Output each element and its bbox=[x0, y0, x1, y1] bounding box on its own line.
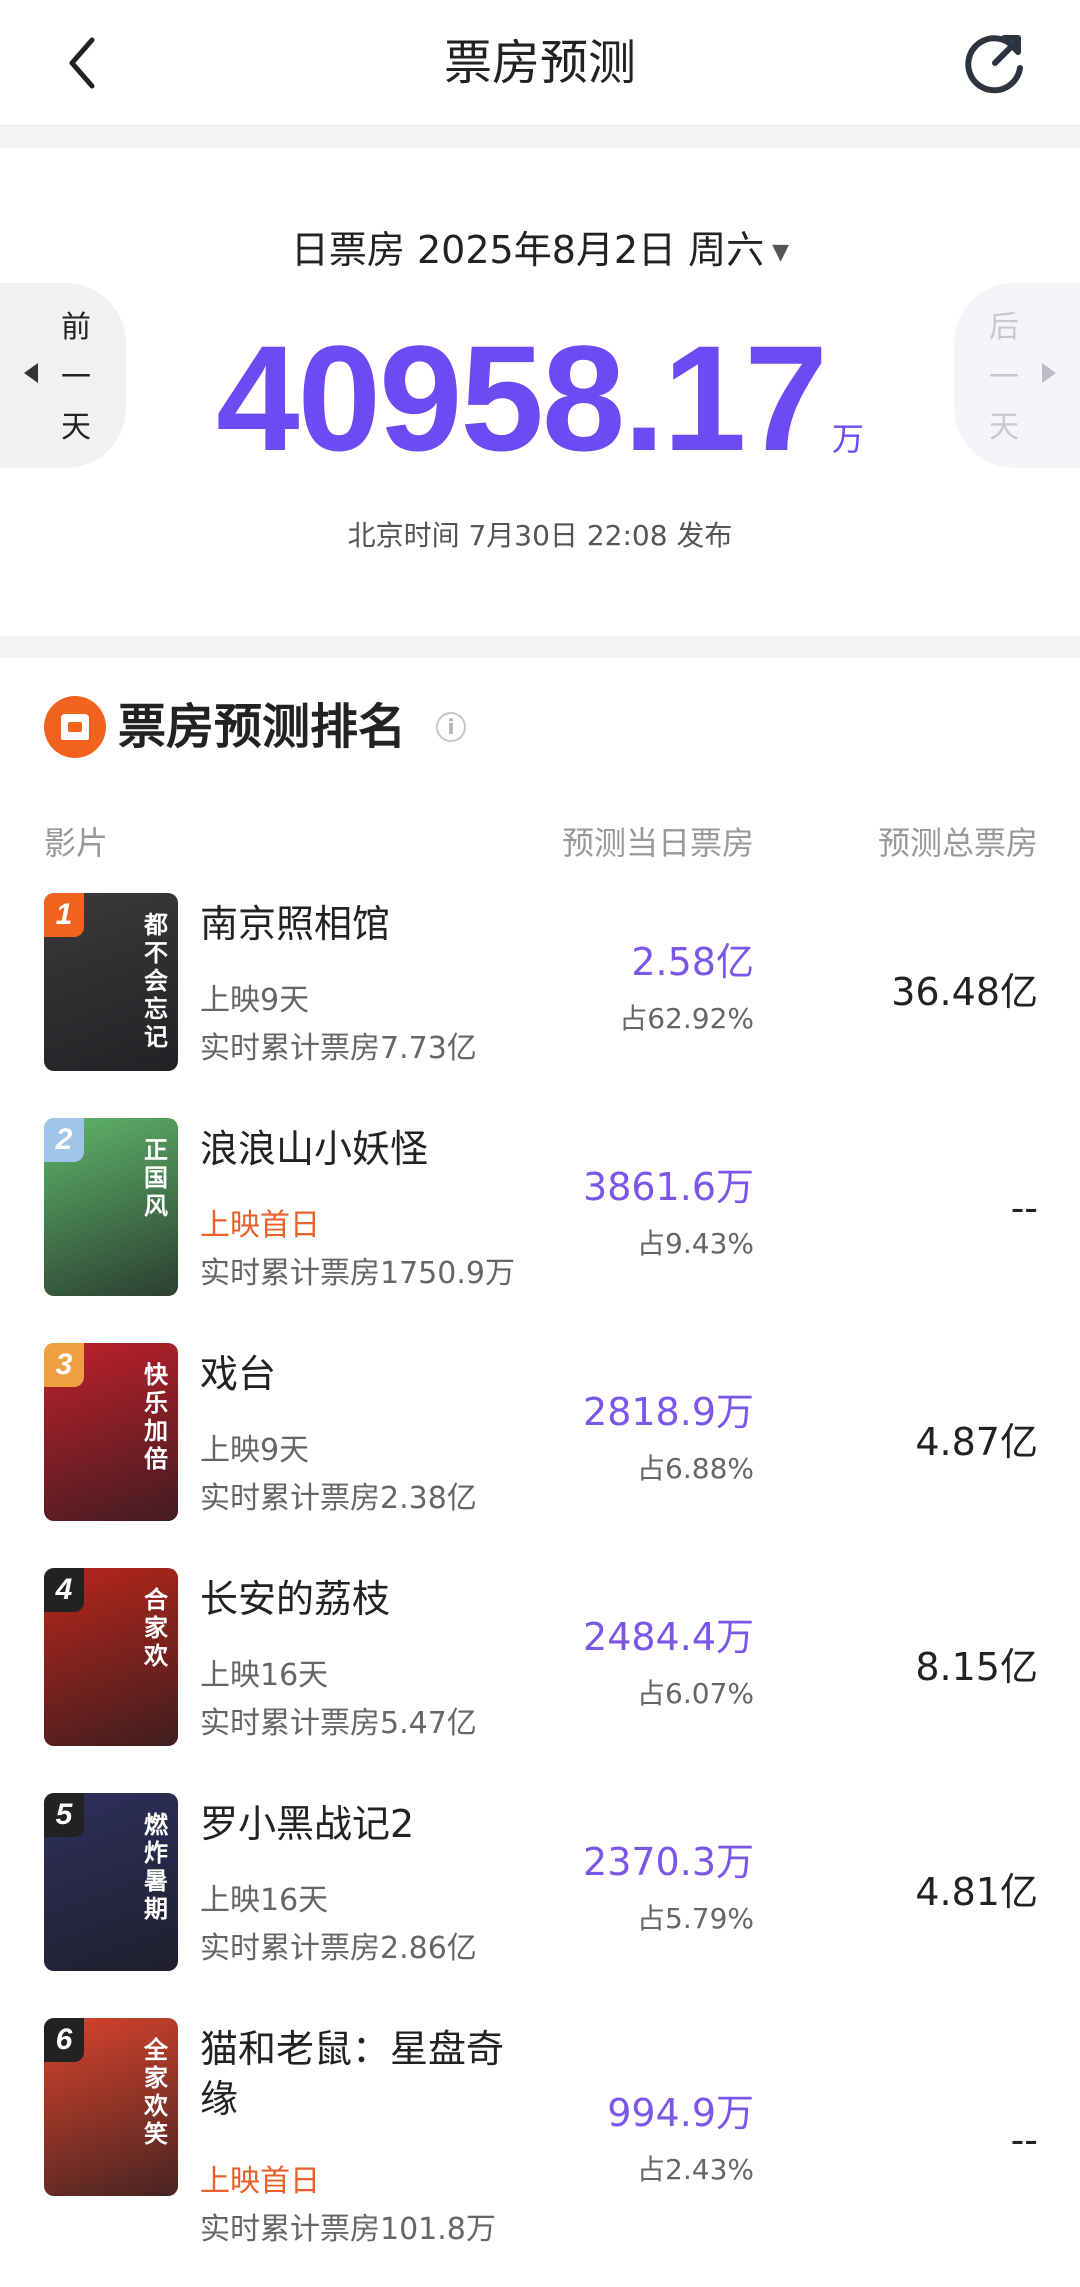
cumulative-box-office: 实时累计票房7.73亿 bbox=[200, 1031, 477, 1066]
total-forecast-value: 8.15亿 bbox=[915, 1645, 1038, 1689]
film-row[interactable]: 4 合家欢 长安的荔枝上映16天实时累计票房5.47亿 2484.4万占6.07% 8.… bbox=[0, 1568, 1080, 1793]
rank-badge: 6 bbox=[44, 2018, 84, 2062]
total-forecast: 40958.17 万 bbox=[0, 323, 1080, 473]
total-forecast-value: -- bbox=[1010, 1186, 1038, 1230]
day-forecast-value: 2370.3万 bbox=[583, 1840, 754, 1884]
column-header-total-forecast: 预测总票房 bbox=[877, 824, 1038, 862]
film-poster: 5 燃炸暑期 bbox=[44, 1793, 178, 1971]
poster-text: 正国风 bbox=[144, 1136, 168, 1220]
film-name[interactable]: 长安的荔枝 bbox=[200, 1574, 520, 1624]
refresh-icon[interactable] bbox=[960, 28, 1030, 98]
day-forecast-share: 占62.92% bbox=[619, 1002, 754, 1035]
day-forecast-value: 3861.6万 bbox=[583, 1165, 754, 1209]
total-forecast-value: 4.81亿 bbox=[915, 1870, 1038, 1914]
release-days: 上映16天 bbox=[200, 1658, 329, 1693]
film-row[interactable]: 3 快乐加倍 戏台上映9天实时累计票房2.38亿 2818.9万占6.88% 4.87亿 bbox=[0, 1343, 1080, 1568]
column-header-film: 影片 bbox=[44, 824, 109, 862]
info-icon[interactable]: i bbox=[436, 712, 466, 742]
film-poster: 2 正国风 bbox=[44, 1118, 178, 1296]
cumulative-box-office: 实时累计票房1750.9万 bbox=[200, 1256, 515, 1291]
day-forecast-value: 2484.4万 bbox=[583, 1615, 754, 1659]
film-name[interactable]: 猫和老鼠：星盘奇缘 bbox=[200, 2024, 520, 2124]
release-days: 上映首日 bbox=[200, 2164, 320, 2199]
film-poster: 4 合家欢 bbox=[44, 1568, 178, 1746]
cumulative-box-office: 实时累计票房5.47亿 bbox=[200, 1706, 477, 1741]
release-days: 上映9天 bbox=[200, 1433, 310, 1468]
poster-text: 全家欢笑 bbox=[144, 2036, 168, 2148]
rank-badge: 5 bbox=[44, 1793, 84, 1837]
page-title: 票房预测 bbox=[443, 35, 636, 91]
total-forecast-value: 36.48亿 bbox=[891, 970, 1038, 1014]
film-poster: 3 快乐加倍 bbox=[44, 1343, 178, 1521]
day-forecast-value: 994.9万 bbox=[607, 2091, 754, 2135]
column-header-day-forecast: 预测当日票房 bbox=[561, 824, 754, 862]
day-forecast-share: 占6.88% bbox=[637, 1452, 754, 1485]
publish-note: 北京时间 7月30日 22:08 发布 bbox=[347, 519, 733, 552]
cumulative-box-office: 实时累计票房2.38亿 bbox=[200, 1481, 477, 1516]
total-forecast-value: 4.87亿 bbox=[915, 1420, 1038, 1464]
film-row[interactable]: 2 正国风 浪浪山小妖怪上映首日实时累计票房1750.9万 3861.6万占9.43%… bbox=[0, 1118, 1080, 1343]
film-name[interactable]: 浪浪山小妖怪 bbox=[200, 1124, 520, 1174]
rank-badge: 1 bbox=[44, 893, 84, 937]
poster-text: 快乐加倍 bbox=[144, 1361, 168, 1473]
day-forecast-share: 占6.07% bbox=[637, 1677, 754, 1710]
cumulative-box-office: 实时累计票房101.8万 bbox=[200, 2212, 496, 2247]
film-poster: 6 全家欢笑 bbox=[44, 2018, 178, 2196]
film-name[interactable]: 南京照相馆 bbox=[200, 899, 520, 949]
release-days: 上映9天 bbox=[200, 983, 310, 1018]
day-forecast-share: 占5.79% bbox=[637, 1902, 754, 1935]
day-forecast-share: 占2.43% bbox=[637, 2153, 754, 2186]
film-name[interactable]: 戏台 bbox=[200, 1349, 520, 1399]
total-forecast-value: 40958.17 bbox=[216, 314, 828, 482]
film-name[interactable]: 罗小黑战记2 bbox=[200, 1799, 520, 1849]
release-days: 上映16天 bbox=[200, 1883, 329, 1918]
cumulative-box-office: 实时累计票房2.86亿 bbox=[200, 1931, 477, 1966]
top-bar: 票房预测 bbox=[0, 0, 1080, 126]
dropdown-caret-icon: ▼ bbox=[772, 239, 790, 265]
film-row[interactable]: 6 全家欢笑 猫和老鼠：星盘奇缘上映首日实时累计票房101.8万 994.9万占2.4… bbox=[0, 2018, 1080, 2247]
day-forecast-share: 占9.43% bbox=[637, 1227, 754, 1260]
day-forecast-value: 2818.9万 bbox=[583, 1390, 754, 1434]
ranking-title: 票房预测排名 bbox=[118, 699, 407, 755]
poster-text: 都不会忘记 bbox=[144, 911, 168, 1051]
total-forecast-value: -- bbox=[1010, 2118, 1038, 2162]
film-row[interactable]: 5 燃炸暑期 罗小黑战记2 上映16天实时累计票房2.86亿 2370.3万占5.79%… bbox=[0, 1793, 1080, 2018]
poster-text: 合家欢 bbox=[144, 1586, 168, 1670]
day-forecast-value: 2.58亿 bbox=[631, 940, 754, 984]
daily-box-office-summary: 日票房 2025年8月2日 周六 ▼ 前一天 后一天 40958.17 万 北京时间… bbox=[0, 148, 1080, 636]
film-row[interactable]: 1 都不会忘记 南京照相馆上映9天实时累计票房7.73亿 2.58亿占62.92% 36… bbox=[0, 893, 1080, 1118]
release-days: 上映首日 bbox=[200, 1208, 320, 1243]
rank-badge: 2 bbox=[44, 1118, 84, 1162]
date-selector[interactable]: 日票房 2025年8月2日 周六 ▼ bbox=[0, 222, 1080, 281]
total-forecast-unit: 万 bbox=[831, 421, 864, 457]
rank-badge: 4 bbox=[44, 1568, 84, 1612]
poster-text: 燃炸暑期 bbox=[144, 1811, 168, 1923]
ticket-logo-icon bbox=[44, 696, 106, 758]
rank-badge: 3 bbox=[44, 1343, 84, 1387]
film-poster: 1 都不会忘记 bbox=[44, 893, 178, 1071]
date-label: 日票房 2025年8月2日 周六 bbox=[290, 228, 765, 272]
ranking-section: 票房预测排名 i 影片 预测当日票房 预测总票房 1 都不会忘记 南京照相馆上映9天… bbox=[0, 658, 1080, 2287]
